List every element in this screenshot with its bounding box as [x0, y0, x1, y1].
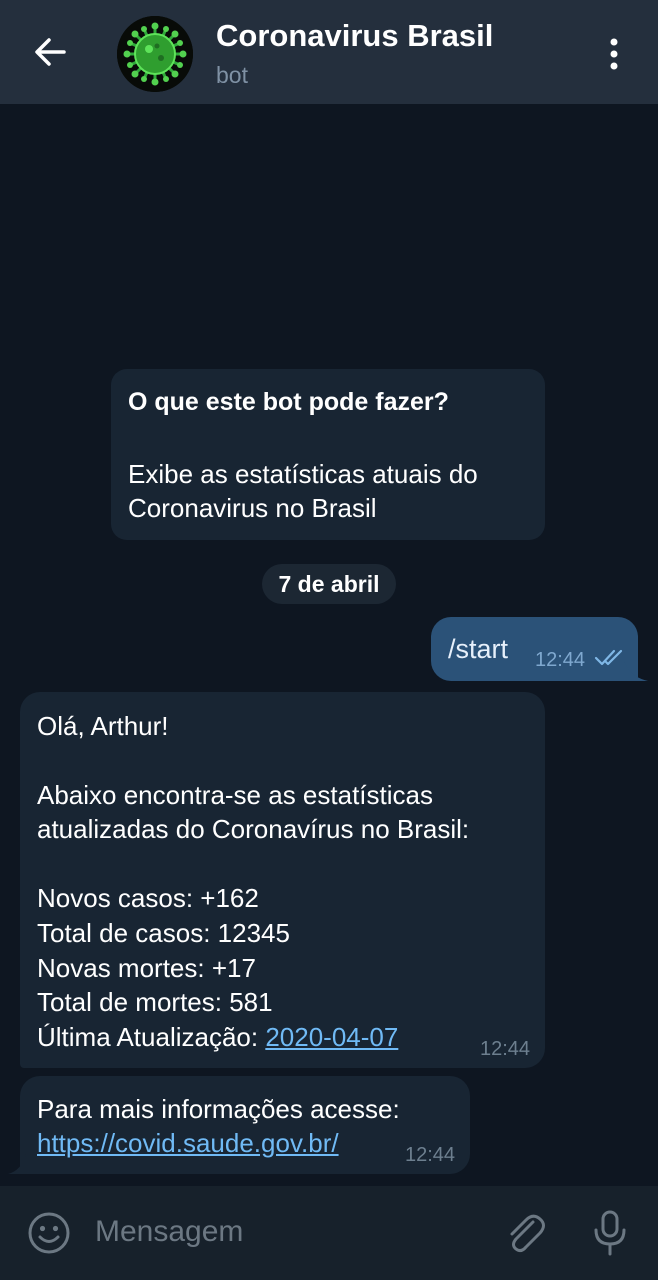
- message-time: 12:44: [405, 1144, 456, 1166]
- chat-header: Coronavirus Brasil bot: [0, 0, 658, 104]
- bot-info-line: Coronavirus no Brasil: [128, 493, 377, 523]
- covid-site-link[interactable]: https://covid.saude.gov.br/: [37, 1126, 339, 1160]
- message-text: Para mais informações acesse:: [37, 1094, 400, 1124]
- emoji-icon: [28, 1212, 70, 1254]
- more-vertical-icon: [610, 38, 618, 70]
- outgoing-message[interactable]: /start 12:44: [431, 617, 638, 681]
- last-update-label: Última Atualização:: [37, 1022, 266, 1052]
- avatar[interactable]: [117, 16, 193, 92]
- stat-new-cases: Novos casos: +162: [37, 883, 259, 913]
- bot-info-card: O que este bot pode fazer? Exibe as esta…: [111, 369, 545, 540]
- message-time: 12:44: [480, 1038, 531, 1060]
- message-time: 12:44: [535, 649, 586, 671]
- last-update-line: Última Atualização: 2020-04-07: [37, 1020, 398, 1054]
- back-button[interactable]: [28, 30, 72, 74]
- incoming-bubble-tail: [8, 1154, 26, 1174]
- more-options-button[interactable]: [600, 34, 628, 74]
- attach-icon: [510, 1214, 545, 1253]
- back-arrow-icon: [35, 38, 66, 66]
- attach-button[interactable]: [502, 1208, 548, 1258]
- microphone-icon: [594, 1210, 626, 1256]
- greeting-text: Olá, Arthur!: [37, 711, 169, 741]
- message-text: /start: [448, 634, 509, 664]
- outgoing-bubble-tail: [624, 661, 648, 681]
- last-update-date-link[interactable]: 2020-04-07: [265, 1022, 398, 1052]
- message-input[interactable]: Mensagem: [95, 1212, 475, 1252]
- microphone-button[interactable]: [590, 1208, 630, 1258]
- date-separator: 7 de abril: [262, 564, 396, 604]
- message-composer: Mensagem: [0, 1186, 658, 1280]
- incoming-message[interactable]: Para mais informações acesse: https://co…: [20, 1076, 470, 1174]
- bot-info-description: Exibe as estatísticas atuais do Coronavi…: [128, 457, 538, 525]
- stat-total-deaths: Total de mortes: 581: [37, 987, 273, 1017]
- bot-info-line: Exibe as estatísticas atuais do: [128, 459, 478, 489]
- stat-new-deaths: Novas mortes: +17: [37, 953, 256, 983]
- message-list[interactable]: O que este bot pode fazer? Exibe as esta…: [0, 104, 658, 1186]
- emoji-button[interactable]: [26, 1210, 72, 1256]
- chat-title[interactable]: Coronavirus Brasil: [216, 18, 493, 54]
- intro-line: atualizadas do Coronavírus no Brasil:: [37, 814, 470, 844]
- incoming-message[interactable]: Olá, Arthur! Abaixo encontra-se as estat…: [20, 692, 545, 1068]
- double-check-icon: [594, 649, 623, 666]
- intro-line: Abaixo encontra-se as estatísticas: [37, 780, 433, 810]
- bot-info-title: O que este bot pode fazer?: [128, 388, 449, 416]
- stat-total-cases: Total de casos: 12345: [37, 918, 290, 948]
- chat-subtitle: bot: [216, 62, 248, 88]
- coronavirus-avatar: [117, 16, 193, 92]
